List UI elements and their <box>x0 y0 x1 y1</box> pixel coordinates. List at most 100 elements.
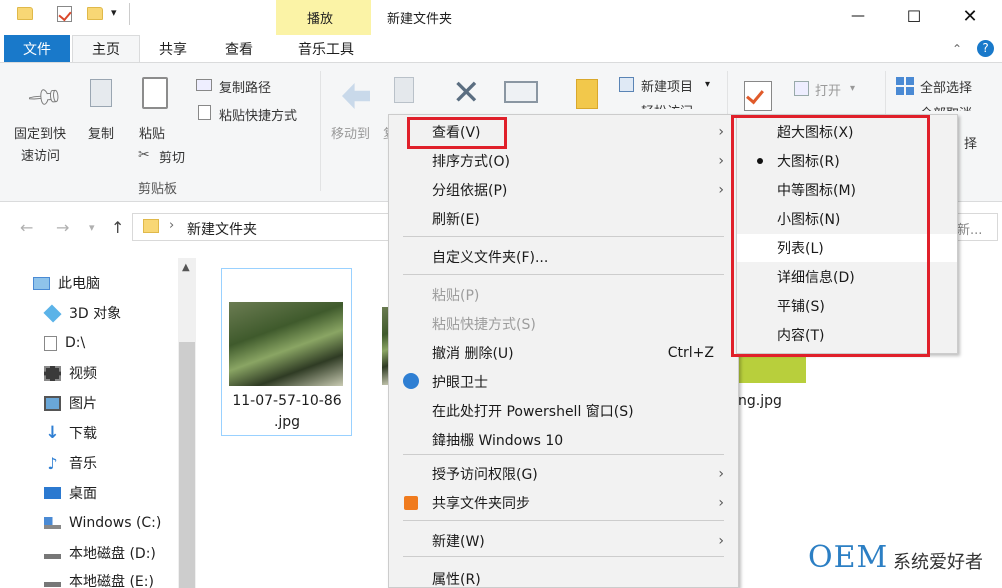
menu-item-label: 在此处打开 Powershell 窗口(S) <box>432 404 634 420</box>
drive-icon <box>44 547 61 559</box>
breadcrumb-current[interactable]: 新建文件夹 <box>187 219 257 239</box>
address-bar[interactable]: › 新建文件夹 <box>132 213 394 241</box>
properties-check-icon[interactable] <box>57 6 72 22</box>
copy-button[interactable]: 复制 <box>88 123 114 142</box>
menu-item-group-by[interactable]: 分组依据(P) › <box>389 176 738 204</box>
select-all-button[interactable]: 全部选择 <box>920 77 972 96</box>
menu-item-paste[interactable]: 粘贴(P) <box>389 281 738 309</box>
sidebar-item-desktop[interactable]: 桌面 <box>44 482 97 504</box>
menu-item-label: 自定义文件夹(F)... <box>432 250 549 266</box>
back-icon[interactable]: ← <box>20 218 33 237</box>
new-item-button[interactable]: 新建项目 <box>641 76 693 95</box>
pin-label-1[interactable]: 固定到快 <box>14 123 66 142</box>
maximize-button[interactable]: ☐ <box>891 0 937 32</box>
context-menu: 查看(V) › 排序方式(O) › 分组依据(P) › 刷新(E) 自定义文件夹(F)... 粘… <box>388 114 739 588</box>
copy-to-icon <box>394 77 414 103</box>
tab-share[interactable]: 共享 <box>148 35 198 62</box>
new-folder-icon[interactable] <box>87 7 103 20</box>
computer-icon <box>33 276 50 290</box>
menu-separator <box>403 274 724 275</box>
tab-home[interactable]: 主页 <box>72 35 140 62</box>
clipboard-group-label: 剪贴板 <box>138 182 178 197</box>
menu-item-eye-guard[interactable]: 护眼卫士 <box>389 368 738 396</box>
menu-separator <box>403 556 724 557</box>
file-thumbnail[interactable] <box>738 355 806 383</box>
new-item-dropdown-icon[interactable]: ▾ <box>705 79 710 90</box>
search-placeholder: 新... <box>957 223 983 238</box>
tab-music-tools[interactable]: 音乐工具 <box>284 35 368 62</box>
menu-item-refresh[interactable]: 刷新(E) <box>389 205 738 233</box>
menu-item-paste-shortcut[interactable]: 粘贴快捷方式(S) <box>389 310 738 338</box>
submenu-arrow-icon: › <box>718 153 724 169</box>
cut-button[interactable]: 剪切 <box>159 147 185 166</box>
breadcrumb-chevron-icon: › <box>169 218 175 233</box>
select-none-button[interactable]: 全部取消 <box>920 103 972 111</box>
close-button[interactable]: ✕ <box>947 0 993 32</box>
move-to-button[interactable]: 移动到 <box>331 123 370 142</box>
menu-item-label: 鍏抽棴 Windows 10 <box>432 433 564 449</box>
highlight-view-submenu <box>731 115 930 357</box>
sidebar-item-label: 下载 <box>69 426 97 442</box>
paste-shortcut-button[interactable]: 粘贴快捷方式 <box>219 105 297 124</box>
sidebar-item-videos[interactable]: 视频 <box>44 362 97 384</box>
sidebar-item-3d-objects[interactable]: 3D 对象 <box>43 302 121 324</box>
sidebar-item-music[interactable]: ♪ 音乐 <box>44 452 97 474</box>
file-name-line1: 11-07-57-10-86 <box>232 393 342 409</box>
help-icon[interactable]: ? <box>977 40 994 57</box>
sidebar-item-label: 图片 <box>69 396 97 412</box>
menu-item-shortcut: Ctrl+Z <box>667 345 714 361</box>
customize-qat-icon[interactable]: ▾ <box>111 6 117 19</box>
menu-item-open-powershell[interactable]: 在此处打开 Powershell 窗口(S) <box>389 397 738 425</box>
paste-button[interactable]: 粘贴 <box>139 123 165 142</box>
menu-item-new[interactable]: 新建(W) › <box>389 527 738 555</box>
sidebar-item-d-local-disk[interactable]: 本地磁盘 (D:) <box>44 542 156 564</box>
open-dropdown-icon[interactable]: ▾ <box>850 83 855 94</box>
forward-icon[interactable]: → <box>56 218 69 237</box>
menu-item-label: 分组依据(P) <box>432 183 508 199</box>
file-thumbnail <box>229 302 343 386</box>
sidebar-item-c-drive[interactable]: Windows (C:) <box>44 512 161 534</box>
sidebar-item-label: 本地磁盘 (E:) <box>69 574 154 588</box>
sidebar-item-d-drive[interactable]: D:\ <box>44 332 85 354</box>
menu-item-label: 护眼卫士 <box>432 375 488 391</box>
sidebar-item-label: D:\ <box>65 335 86 351</box>
new-item-icon <box>619 77 634 92</box>
recent-locations-icon[interactable]: ▾ <box>89 221 95 234</box>
invert-selection-button[interactable]: 择 <box>964 133 977 152</box>
desktop-icon <box>44 487 61 499</box>
pin-label-2[interactable]: 速访问 <box>21 145 60 164</box>
menu-item-label: 排序方式(O) <box>432 154 510 170</box>
menu-item-label: 粘贴(P) <box>432 288 480 304</box>
download-arrow-icon: ↓ <box>45 422 60 443</box>
menu-item-give-access[interactable]: 授予访问权限(G) › <box>389 460 738 488</box>
minimize-button[interactable]: — <box>835 0 881 32</box>
ribbon-tabs: 文件 主页 共享 查看 音乐工具 ⌃ ? <box>0 35 1002 62</box>
submenu-arrow-icon: › <box>718 182 724 198</box>
collapse-ribbon-icon[interactable]: ⌃ <box>952 42 962 56</box>
sidebar-item-this-pc[interactable]: 此电脑 <box>33 272 100 294</box>
menu-item-label: 授予访问权限(G) <box>432 467 538 483</box>
sidebar-item-downloads[interactable]: ↓ 下载 <box>44 422 97 444</box>
paste-shortcut-icon <box>198 105 211 120</box>
move-to-icon <box>342 83 370 109</box>
menu-item-undo-delete[interactable]: 撤消 删除(U) Ctrl+Z <box>389 339 738 367</box>
easy-access-button[interactable]: 轻松访问 <box>641 101 693 109</box>
tab-file[interactable]: 文件 <box>4 35 70 62</box>
sidebar-item-e-local-disk[interactable]: 本地磁盘 (E:) <box>44 570 154 588</box>
menu-item-customize-folder[interactable]: 自定义文件夹(F)... <box>389 243 738 271</box>
scroll-up-icon[interactable]: ▲ <box>182 262 190 273</box>
nav-scrollbar-thumb[interactable] <box>179 342 195 588</box>
sidebar-item-label: 音乐 <box>69 456 97 472</box>
menu-item-sort-by[interactable]: 排序方式(O) › <box>389 147 738 175</box>
sidebar-item-pictures[interactable]: 图片 <box>44 392 97 414</box>
up-icon[interactable]: ↑ <box>111 218 124 237</box>
tab-view[interactable]: 查看 <box>214 35 264 62</box>
copy-path-button[interactable]: 复制路径 <box>219 77 271 96</box>
menu-item-shutdown-windows[interactable]: 鍏抽棴 Windows 10 <box>389 426 738 454</box>
open-button[interactable]: 打开 <box>815 80 841 99</box>
menu-item-properties[interactable]: 属性(R) <box>389 565 738 588</box>
sidebar-item-label: 此电脑 <box>58 276 100 292</box>
qat-divider <box>129 3 130 25</box>
menu-item-label: 新建(W) <box>432 534 485 550</box>
menu-item-share-sync[interactable]: 共享文件夹同步 › <box>389 489 738 517</box>
